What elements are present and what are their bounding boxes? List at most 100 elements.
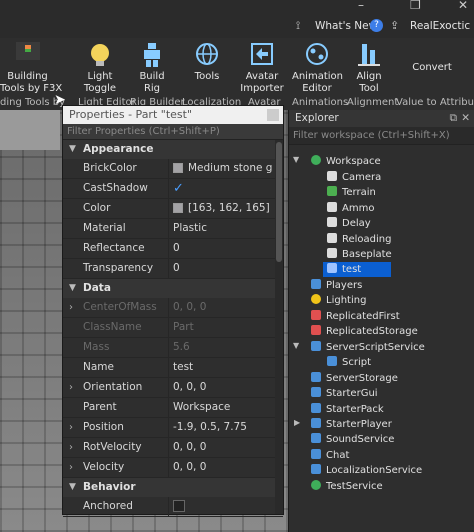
chevron-right-icon[interactable]: ›	[69, 418, 73, 437]
property-row[interactable]: BrickColor Medium stone grey	[63, 159, 283, 179]
close-icon[interactable]: ✕	[461, 110, 470, 127]
chevron-right-icon[interactable]: ▶	[294, 418, 300, 427]
close-button[interactable]: ✕	[458, 0, 468, 12]
tree-item-chat[interactable]: Chat	[311, 448, 349, 463]
share-icon[interactable]: ⇪	[390, 19, 399, 32]
chevron-right-icon[interactable]: ›	[69, 378, 73, 397]
user-name[interactable]: RealExoctic	[410, 20, 470, 32]
tree-item-starter-pack[interactable]: StarterPack	[311, 402, 384, 417]
tree-item-server-script-service[interactable]: ServerScriptService	[311, 340, 425, 355]
chevron-right-icon[interactable]: ›	[69, 458, 73, 477]
property-row[interactable]: Name test	[63, 358, 283, 378]
tools-button[interactable]: Tools	[188, 42, 226, 83]
tree-item-starter-player[interactable]: StarterPlayer	[311, 417, 392, 432]
property-value: 0, 0, 0	[168, 298, 273, 317]
property-value[interactable]: 0, 0, 0	[168, 378, 273, 397]
script-icon	[327, 233, 337, 243]
align-tool-button[interactable]: Align Tool	[350, 42, 388, 95]
property-value: Part	[168, 318, 273, 337]
chevron-right-icon[interactable]: ›	[69, 298, 73, 317]
tree-item-players[interactable]: Players	[311, 278, 362, 293]
checkbox-checked[interactable]: ✓	[168, 179, 273, 198]
tree-item-terrain[interactable]: Terrain	[327, 185, 376, 200]
players-icon	[311, 279, 321, 289]
property-row[interactable]: Material Plastic	[63, 219, 283, 239]
tree-item-server-storage[interactable]: ServerStorage	[311, 371, 398, 386]
property-row[interactable]: › CenterOfMass 0, 0, 0	[63, 298, 283, 318]
broadcast-icon[interactable]: ⟟	[296, 19, 300, 33]
anchored-checkbox[interactable]	[173, 500, 185, 512]
light-toggle-button[interactable]: Light Toggle	[78, 42, 122, 95]
convert-button[interactable]: Convert	[404, 62, 460, 74]
building-tools-button[interactable]: Building Tools by F3X	[0, 42, 62, 95]
tree-item-delay[interactable]: Delay	[327, 216, 371, 231]
restore-button[interactable]: ❐	[410, 0, 421, 12]
animation-editor-button[interactable]: Animation Editor	[292, 42, 343, 95]
explorer-filter-input[interactable]: Filter workspace (Ctrl+Shift+X)	[289, 127, 474, 145]
property-value[interactable]: 0, 0, 0	[168, 438, 273, 457]
build-rig-button[interactable]: Build Rig	[132, 42, 172, 95]
property-value-text: [163, 162, 165] (M...	[188, 202, 273, 214]
whats-new-link[interactable]: What's New	[315, 20, 377, 32]
script-icon	[327, 217, 337, 227]
property-row[interactable]: Reflectance 0	[63, 239, 283, 259]
property-value[interactable]	[168, 497, 273, 516]
tree-item-sound-service[interactable]: SoundService	[311, 432, 394, 447]
tree-item-replicated-first[interactable]: ReplicatedFirst	[311, 309, 400, 324]
property-name: Position	[83, 421, 124, 433]
tree-item-reloading[interactable]: Reloading	[327, 232, 392, 247]
property-row[interactable]: › Orientation 0, 0, 0	[63, 378, 283, 398]
property-value[interactable]: 0	[168, 259, 273, 278]
tree-item-test-service[interactable]: TestService	[311, 479, 383, 494]
camera-icon	[327, 171, 337, 181]
property-value[interactable]: test	[168, 358, 273, 377]
property-row[interactable]: › RotVelocity 0, 0, 0	[63, 438, 283, 458]
property-row[interactable]: Transparency 0	[63, 259, 283, 279]
tree-item-test-selected[interactable]: test	[323, 262, 392, 277]
tree-item-starter-gui[interactable]: StarterGui	[311, 386, 378, 401]
tree-item-workspace[interactable]: Workspace	[311, 154, 381, 169]
help-icon[interactable]: ?	[370, 19, 383, 32]
avatar-importer-button[interactable]: Avatar Importer	[238, 42, 286, 95]
property-row[interactable]: › Position -1.9, 0.5, 7.75	[63, 418, 283, 438]
category-appearance[interactable]: ▼ Appearance	[63, 140, 283, 159]
properties-scroll-thumb[interactable]	[276, 142, 282, 262]
property-row[interactable]: Anchored	[63, 497, 283, 517]
properties-close-icon[interactable]	[267, 109, 279, 121]
property-row[interactable]: Parent Workspace	[63, 398, 283, 418]
property-row[interactable]: ClassName Part	[63, 318, 283, 338]
tree-item-label: Delay	[342, 218, 371, 229]
property-value[interactable]: Medium stone grey	[168, 159, 273, 178]
property-row[interactable]: Mass 5.6	[63, 338, 283, 358]
property-value[interactable]: Workspace	[168, 398, 273, 417]
property-row[interactable]: CastShadow ✓	[63, 179, 283, 199]
tree-item-replicated-storage[interactable]: ReplicatedStorage	[311, 324, 418, 339]
tree-item-script[interactable]: Script	[327, 355, 371, 370]
chevron-down-icon[interactable]: ▼	[293, 341, 299, 350]
property-value[interactable]: [163, 162, 165] (M...	[168, 199, 273, 218]
category-data[interactable]: ▼ Data	[63, 279, 283, 298]
title-bar: – ❐ ✕	[0, 0, 474, 14]
property-value[interactable]: -1.9, 0.5, 7.75	[168, 418, 273, 437]
property-row[interactable]: › Velocity 0, 0, 0	[63, 458, 283, 478]
tree-item-baseplate[interactable]: Baseplate	[327, 247, 392, 262]
property-value[interactable]: Plastic	[168, 219, 273, 238]
properties-filter-input[interactable]: Filter Properties (Ctrl+Shift+P)	[63, 124, 283, 140]
building-tools-icon	[15, 42, 40, 60]
property-name: Mass	[83, 341, 110, 353]
tools-label: Tools	[194, 71, 220, 82]
tree-item-camera[interactable]: Camera	[327, 170, 381, 185]
property-value[interactable]: 0	[168, 239, 273, 258]
undock-icon[interactable]: ⧉	[450, 110, 458, 127]
minimize-button[interactable]: –	[358, 0, 364, 12]
property-name: Reflectance	[83, 242, 145, 254]
tree-item-localization-service[interactable]: LocalizationService	[311, 463, 422, 478]
chevron-right-icon[interactable]: ›	[69, 438, 73, 457]
category-behavior[interactable]: ▼ Behavior	[63, 478, 283, 497]
property-row[interactable]: Color [163, 162, 165] (M...	[63, 199, 283, 219]
property-value[interactable]: 0, 0, 0	[168, 458, 273, 477]
chevron-down-icon[interactable]: ▼	[293, 155, 299, 164]
property-name: Orientation	[83, 381, 143, 393]
tree-item-lighting[interactable]: Lighting	[311, 293, 366, 308]
tree-item-ammo[interactable]: Ammo	[327, 201, 374, 216]
